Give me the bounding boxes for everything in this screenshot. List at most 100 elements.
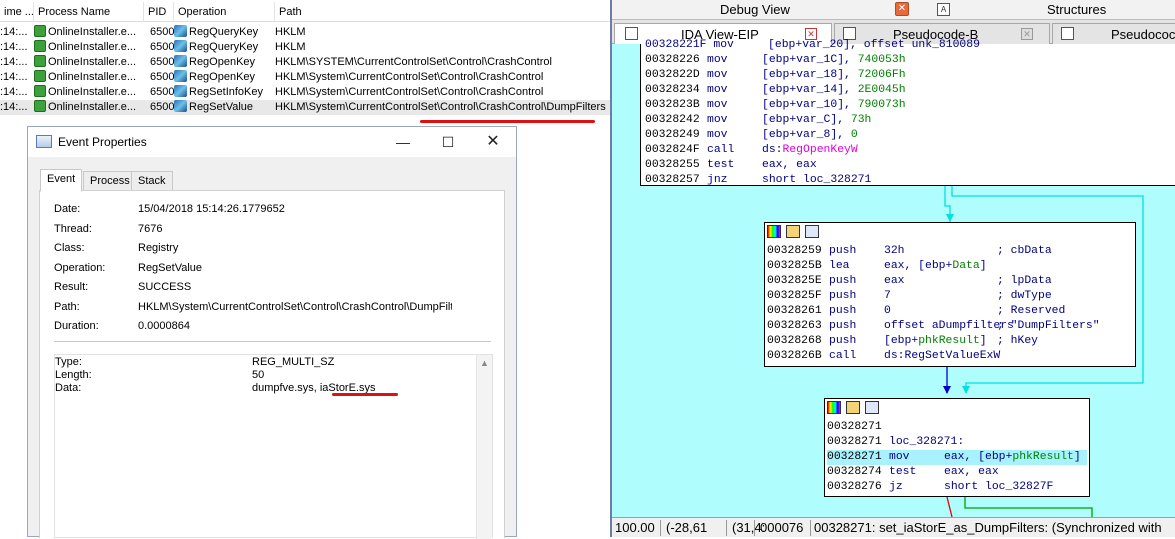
prop-value: Registry: [138, 242, 179, 254]
scroll-up-icon[interactable]: ▲: [480, 358, 489, 368]
zoom-level: 100.00: [615, 520, 655, 535]
dialog-title: Event Properties: [58, 135, 147, 149]
prop-value: HKLM\System\CurrentControlSet\Control\Cr…: [138, 300, 452, 313]
detail-scrollbar[interactable]: ▲: [476, 355, 492, 539]
edit-icon[interactable]: [786, 225, 800, 238]
path-cell: HKLM\System\CurrentControlSet\Control\Cr…: [275, 71, 544, 83]
detail-box[interactable]: Type: REG_MULTI_SZ Length: 50 Data: dumpfve.s…: [54, 354, 493, 539]
prop-value: 0.0000864: [138, 320, 190, 332]
color-icon[interactable]: [767, 225, 781, 238]
time-cell: :14:...: [0, 26, 28, 38]
table-row[interactable]: :14:... OnlineInstaller.e... 6500 RegOpenKe…: [0, 55, 610, 70]
registry-icon: [174, 100, 187, 112]
col-process-name[interactable]: Process Name: [34, 2, 144, 22]
detail-label: Type:: [55, 356, 82, 368]
block-header: [765, 223, 1135, 240]
prop-label: Result:: [54, 281, 89, 293]
operation-cell: RegOpenKey: [174, 55, 275, 70]
event-properties-dialog: Event Properties — ☐ ✕ Event Process Sta…: [27, 126, 517, 539]
detail-label: Length:: [55, 369, 92, 381]
tab-stack[interactable]: Stack: [131, 171, 173, 191]
path-cell: HKLM\SYSTEM\CurrentControlSet\Control\Cr…: [275, 56, 552, 68]
process-icon: [34, 85, 46, 97]
procmon-column-header: ime ... Process Name PID Operation Path: [0, 2, 610, 22]
pid-cell: 6500: [150, 41, 175, 53]
registry-icon: [174, 40, 187, 52]
col-operation[interactable]: Operation: [174, 2, 275, 22]
dialog-titlebar[interactable]: Event Properties — ☐ ✕: [28, 127, 516, 157]
process-icon: [34, 70, 46, 82]
highlight-underline: [420, 120, 595, 123]
asm-line-partial: 00328221F mov [ebp+var_20], offset unk_8…: [645, 39, 980, 51]
detail-label: Data:: [55, 382, 82, 394]
operation-cell: RegQueryKey: [174, 25, 275, 40]
time-cell: :14:...: [0, 71, 28, 83]
asm-line-current[interactable]: 00328271 mov eax, [ebp+phkResult]: [827, 450, 1087, 465]
col-path[interactable]: Path: [275, 2, 610, 22]
pid-cell: 6500: [150, 71, 175, 83]
table-row[interactable]: :14:... OnlineInstaller.e... 6500 RegQueryK…: [0, 40, 610, 55]
tab-process[interactable]: Process: [83, 171, 137, 191]
registry-icon: [174, 25, 187, 37]
time-cell: :14:...: [0, 56, 28, 68]
registry-icon: [174, 70, 187, 82]
maximize-icon[interactable]: ☐: [433, 131, 463, 153]
code-block-2[interactable]: 00328259 push 32h; cbData 0032825B lea eax, […: [764, 222, 1136, 367]
prop-value: 7676: [138, 222, 163, 235]
graph-icon[interactable]: [805, 225, 819, 238]
time-cell: :14:...: [0, 41, 28, 53]
table-row[interactable]: :14:... OnlineInstaller.e... 6500 RegSetVal…: [0, 100, 610, 115]
prop-label: Path:: [54, 300, 80, 313]
operation-cell: RegSetInfoKey: [174, 85, 275, 100]
table-row[interactable]: :14:... OnlineInstaller.e... 6500 RegOpenKe…: [0, 70, 610, 85]
prop-label: Duration:: [54, 320, 99, 332]
process-cell: OnlineInstaller.e...: [34, 40, 144, 55]
process-cell: OnlineInstaller.e...: [34, 55, 144, 70]
prop-value: RegSetValue: [138, 261, 203, 274]
data-underline: [332, 393, 398, 396]
pid-cell: 6500: [150, 101, 175, 113]
process-cell: OnlineInstaller.e...: [34, 85, 144, 100]
path-cell: HKLM\System\CurrentControlSet\Control\Cr…: [275, 101, 606, 113]
cursor-coords: (-28,61: [666, 520, 708, 535]
pid-cell: 6500: [150, 86, 175, 98]
operation-cell: RegSetValue: [174, 100, 275, 115]
operation-cell: RegQueryKey: [174, 40, 275, 55]
col-time[interactable]: ime ...: [0, 2, 34, 22]
minimize-icon[interactable]: —: [388, 131, 418, 153]
prop-label: Date:: [54, 203, 81, 215]
path-cell: HKLM\System\CurrentControlSet\Control\Cr…: [275, 86, 544, 98]
tab-event[interactable]: Event: [40, 169, 83, 192]
code-block-1[interactable]: 00328221F mov [ebp+var_20], offset unk_8…: [640, 39, 1175, 186]
block-header: [825, 399, 1089, 416]
file-offset: 000076: [760, 520, 804, 535]
prop-label: Class:: [54, 242, 85, 254]
process-cell: OnlineInstaller.e...: [34, 70, 144, 85]
procmon-window: ime ... Process Name PID Operation Path …: [0, 0, 610, 539]
color-icon[interactable]: [827, 401, 841, 414]
divider: [54, 341, 491, 342]
code-block-3[interactable]: 00328271 00328271 loc_328271: 00328271 mov ea…: [824, 398, 1090, 497]
col-pid[interactable]: PID: [144, 2, 174, 22]
edit-icon[interactable]: [846, 401, 860, 414]
path-cell: HKLM: [275, 41, 306, 53]
ida-window: Debug View ✕ A Structures IDA View-EIP ✕…: [610, 0, 1175, 537]
close-icon[interactable]: ✕: [478, 131, 508, 153]
detail-value: 50: [252, 369, 265, 381]
detail-value: REG_MULTI_SZ: [252, 356, 335, 368]
registry-icon: [174, 85, 187, 97]
prop-label: Thread:: [54, 222, 92, 235]
process-icon: [34, 100, 46, 112]
table-row[interactable]: :14:... OnlineInstaller.e... 6500 RegSetInf…: [0, 85, 610, 100]
registry-icon: [174, 55, 187, 67]
process-icon: [34, 55, 46, 67]
event-properties-icon: [36, 135, 52, 148]
graph-icon[interactable]: [865, 401, 879, 414]
status-location: 00328271: set_iaStorE_as_DumpFilters: (S…: [814, 520, 1162, 535]
event-tab-panel: Date: 15/04/2018 15:14:26.1779652 Thread: 7…: [39, 190, 505, 539]
prop-label: Operation:: [54, 261, 106, 274]
table-row[interactable]: :14:... OnlineInstaller.e... 6500 RegQueryK…: [0, 25, 610, 40]
process-icon: [34, 25, 46, 37]
prop-value: 15/04/2018 15:14:26.1779652: [138, 203, 285, 215]
operation-cell: RegOpenKey: [174, 70, 275, 85]
